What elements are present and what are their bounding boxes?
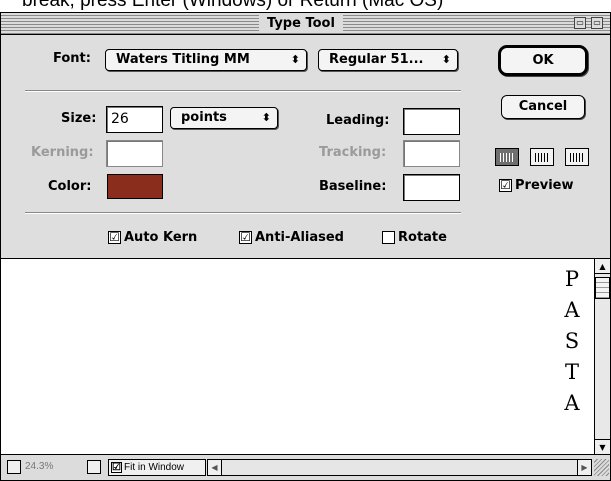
popup-arrows-icon: ⬍ [441, 53, 451, 66]
collapse-box-icon[interactable]: ▭ [591, 17, 603, 29]
font-style-popup[interactable]: Regular 51... ⬍ [318, 49, 458, 71]
color-swatch[interactable] [107, 174, 163, 199]
preview-check-icon: ☑ [499, 178, 512, 192]
scroll-right-icon[interactable]: ▶ [577, 460, 591, 475]
separator [25, 212, 461, 214]
font-family-value: Waters Titling MM [116, 52, 250, 67]
caption-text: break, press Enter (Windows) or Return (… [22, 0, 444, 11]
anti-aliased-checkbox[interactable]: ☑ Anti-Aliased [239, 230, 344, 245]
status-bar: 24.3% ☑ Fit in Window ◀ ▶ [1, 454, 610, 480]
text-entry-area[interactable]: P A S T A [1, 258, 594, 454]
zoom-box-icon[interactable]: ▭ [574, 17, 586, 29]
font-label: Font: [53, 51, 91, 66]
baseline-field[interactable] [403, 174, 460, 201]
size-label: Size: [61, 111, 97, 126]
zoom-level: 24.3% [25, 461, 54, 472]
align-center-icon [535, 153, 549, 162]
size-field[interactable]: 26 [106, 106, 163, 133]
align-right-button[interactable] [565, 148, 589, 166]
auto-kern-check-icon: ☑ [108, 230, 121, 244]
sample-letter: A [564, 298, 580, 322]
window-title: Type Tool [259, 15, 343, 33]
size-unit-popup[interactable]: points ⬍ [170, 107, 278, 129]
cancel-button[interactable]: Cancel [501, 95, 585, 119]
scroll-up-icon[interactable]: ▲ [595, 259, 610, 274]
popup-arrows-icon: ⬍ [290, 53, 300, 66]
sample-letter: S [564, 329, 580, 353]
popup-arrows-icon: ⬍ [261, 111, 271, 124]
fit-check-icon: ☑ [111, 462, 122, 473]
scroll-thumb[interactable] [595, 277, 610, 299]
baseline-label: Baseline: [319, 179, 387, 194]
caption-strip: break, press Enter (Windows) or Return (… [0, 0, 611, 12]
auto-kern-label: Auto Kern [124, 230, 198, 245]
type-tool-dialog: Type Tool ▭ ▭ Font: Waters Titling MM ⬍ … [0, 12, 611, 481]
align-left-button[interactable] [495, 148, 519, 166]
horizontal-scrollbar[interactable]: ◀ ▶ [207, 459, 592, 476]
auto-kern-checkbox[interactable]: ☑ Auto Kern [108, 230, 197, 245]
preview-label: Preview [515, 178, 574, 193]
font-style-value: Regular 51... [329, 52, 424, 67]
scroll-left-icon[interactable]: ◀ [208, 460, 222, 475]
preview-checkbox[interactable]: ☑ Preview [499, 178, 574, 193]
kerning-label: Kerning: [31, 145, 94, 160]
leading-field[interactable] [403, 108, 460, 135]
kerning-field[interactable] [106, 140, 163, 167]
scroll-down-icon[interactable]: ▼ [595, 439, 610, 454]
rotate-label: Rotate [398, 230, 447, 245]
fit-in-window-label: Fit in Window [124, 462, 185, 473]
align-right-icon [570, 153, 584, 162]
tracking-label: Tracking: [319, 145, 387, 160]
sample-letter: T [564, 360, 579, 384]
rotate-box-icon [382, 231, 395, 244]
sample-letter: P [564, 267, 580, 291]
sample-letter: A [564, 391, 580, 415]
color-label: Color: [48, 179, 92, 194]
align-left-icon [500, 153, 514, 162]
title-bar[interactable]: Type Tool ▭ ▭ [1, 13, 610, 35]
rotate-checkbox[interactable]: Rotate [382, 230, 447, 245]
anti-aliased-check-icon: ☑ [239, 230, 252, 244]
size-unit-value: points [181, 110, 227, 125]
ok-button[interactable]: OK [498, 45, 588, 76]
vertical-scrollbar[interactable]: ▲ ▼ [594, 258, 610, 454]
leading-label: Leading: [326, 113, 390, 128]
font-family-popup[interactable]: Waters Titling MM ⬍ [105, 49, 307, 71]
sample-text: P A S T A [557, 259, 587, 419]
anti-aliased-label: Anti-Aliased [255, 230, 344, 245]
zoom-in-icon[interactable] [87, 460, 101, 474]
resize-handle-icon[interactable] [594, 459, 609, 476]
tracking-field[interactable] [403, 140, 460, 167]
fit-in-window-checkbox[interactable]: ☑ Fit in Window [108, 459, 206, 476]
zoom-out-icon[interactable] [7, 460, 21, 474]
separator [25, 90, 461, 92]
align-center-button[interactable] [530, 148, 554, 166]
